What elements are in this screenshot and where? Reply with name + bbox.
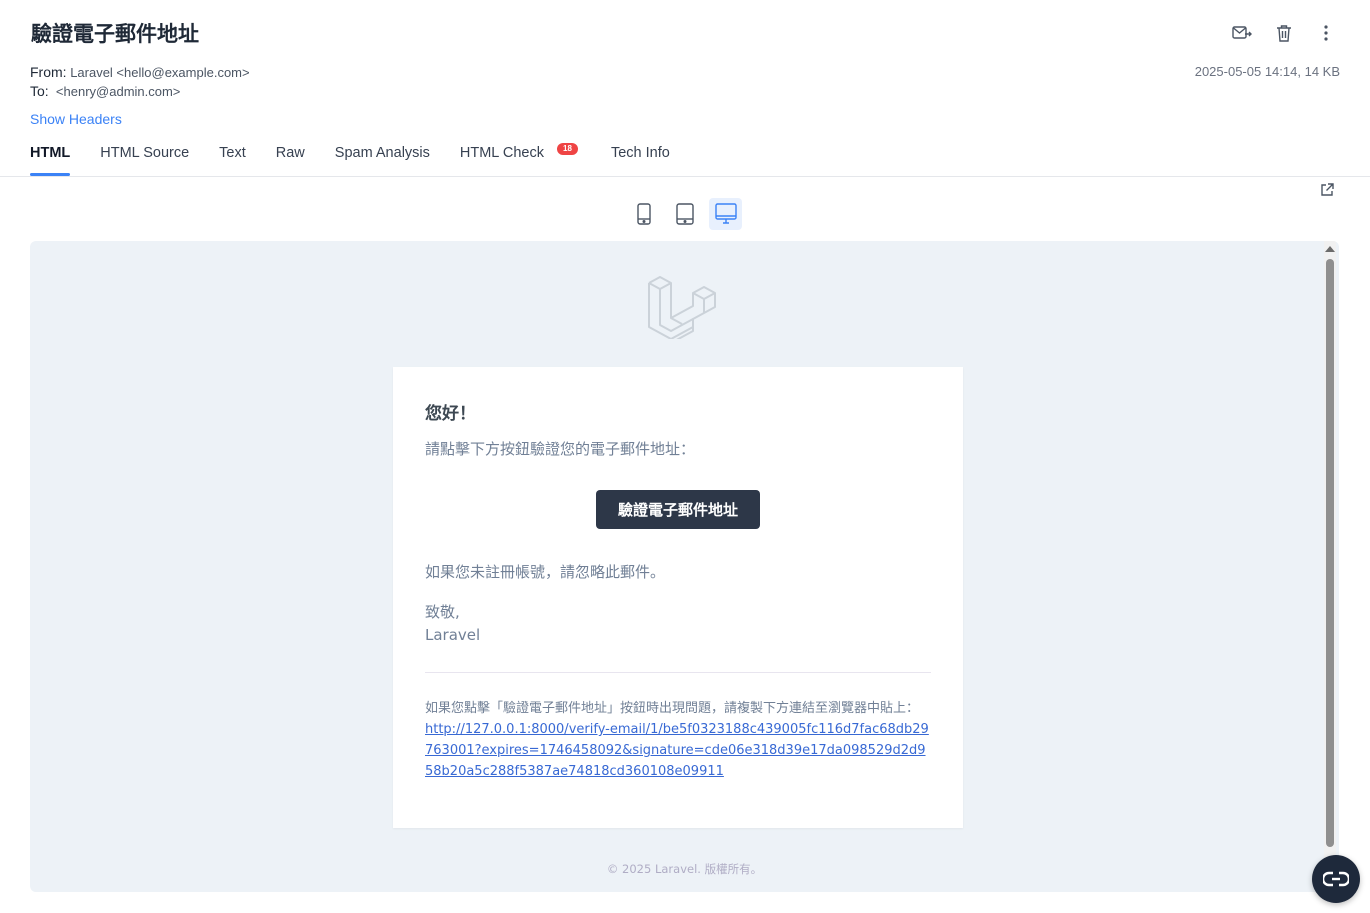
device-switcher	[627, 198, 742, 230]
tab-label: Tech Info	[610, 145, 670, 161]
to-row: To: <henry@admin.com>	[30, 82, 250, 101]
tab-html[interactable]: HTML	[30, 145, 71, 177]
tab-label: HTML Source	[100, 145, 190, 161]
html-check-badge: 18	[557, 143, 578, 155]
subcopy-text: 如果您點擊「驗證電子郵件地址」按鈕時出現問題，請複製下方連結至瀏覽器中貼上：	[425, 701, 920, 716]
tab-label: Text	[219, 145, 246, 161]
chat-widget-button[interactable]	[1312, 855, 1360, 903]
tab-label: HTML	[30, 145, 71, 161]
email-subject: 驗證電子郵件地址	[31, 22, 199, 46]
tab-html-check[interactable]: HTML Check 18	[459, 143, 578, 177]
email-preview-frame: 您好！ 請點擊下方按鈕驗證您的電子郵件地址： 驗證電子郵件地址 如果您未註冊帳號…	[30, 241, 1339, 892]
email-regards: 致敬,	[425, 603, 460, 621]
tab-raw[interactable]: Raw	[276, 145, 305, 177]
email-meta: From: Laravel <hello@example.com> To: <h…	[30, 63, 250, 101]
scroll-up-arrow-icon[interactable]	[1325, 246, 1335, 252]
email-intro: 請點擊下方按鈕驗證您的電子郵件地址：	[425, 440, 696, 458]
tab-spam-analysis[interactable]: Spam Analysis	[335, 145, 430, 177]
tab-divider	[0, 176, 1370, 177]
email-date-size: 2025-05-05 14:14, 14 KB	[1194, 64, 1340, 79]
card-divider	[425, 672, 931, 673]
phone-icon[interactable]	[627, 198, 660, 230]
laravel-logo-icon	[646, 271, 716, 344]
from-row: From: Laravel <hello@example.com>	[30, 63, 250, 82]
tablet-icon[interactable]	[668, 198, 701, 230]
show-headers-link[interactable]: Show Headers	[30, 111, 122, 127]
email-subcopy: 如果您點擊「驗證電子郵件地址」按鈕時出現問題，請複製下方連結至瀏覽器中貼上： h…	[425, 698, 931, 782]
from-value: Laravel <hello@example.com>	[70, 65, 250, 80]
tab-text[interactable]: Text	[219, 145, 246, 177]
tab-label: Raw	[275, 145, 305, 161]
forward-icon[interactable]	[1230, 22, 1254, 44]
to-label: To:	[30, 83, 49, 99]
link-icon	[1323, 871, 1349, 887]
tab-label: HTML Check	[459, 145, 544, 161]
preview-scrollbar-thumb[interactable]	[1326, 259, 1334, 847]
more-vertical-icon[interactable]	[1314, 22, 1338, 44]
tab-tech-info[interactable]: Tech Info	[611, 145, 670, 177]
trash-icon[interactable]	[1272, 22, 1296, 44]
tab-bar: HTML HTML Source Text Raw Spam Analysis …	[30, 143, 1370, 177]
toolbar	[1230, 22, 1338, 44]
email-card: 您好！ 請點擊下方按鈕驗證您的電子郵件地址： 驗證電子郵件地址 如果您未註冊帳號…	[393, 367, 963, 828]
from-label: From:	[30, 64, 67, 80]
email-greeting: 您好！	[425, 404, 476, 424]
email-sender: Laravel	[425, 626, 481, 644]
email-outro: 如果您未註冊帳號，請忽略此郵件。	[425, 563, 666, 581]
open-external-icon[interactable]	[1320, 183, 1336, 199]
verify-email-button[interactable]: 驗證電子郵件地址	[596, 490, 760, 529]
verify-link[interactable]: http://127.0.0.1:8000/verify-email/1/be5…	[425, 722, 929, 779]
email-footer: © 2025 Laravel. 版權所有。	[606, 862, 763, 876]
tab-html-source[interactable]: HTML Source	[100, 145, 189, 177]
to-value: <henry@admin.com>	[55, 84, 181, 99]
tab-label: Spam Analysis	[334, 145, 430, 161]
desktop-icon[interactable]	[709, 198, 742, 230]
